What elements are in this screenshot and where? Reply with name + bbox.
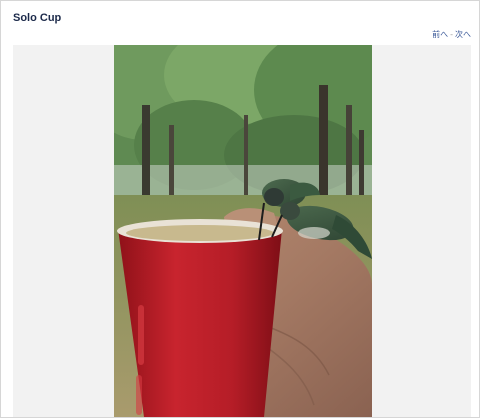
hummingbird-photo [114, 45, 372, 417]
video-frame[interactable] [114, 45, 372, 417]
pagination-nav: 前へ - 次へ [432, 29, 471, 40]
next-link[interactable]: 次へ [455, 30, 471, 39]
prev-link[interactable]: 前へ [432, 30, 448, 39]
media-stage [13, 45, 471, 417]
nav-separator: - [450, 30, 453, 39]
page-title: Solo Cup [13, 12, 62, 24]
page: Solo Cup 前へ - 次へ [0, 0, 480, 418]
